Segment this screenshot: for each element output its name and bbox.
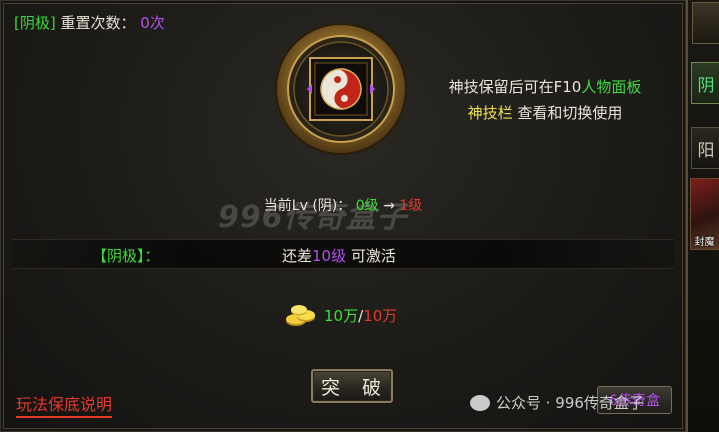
skill-description: 神技保留后可在F10人物面板 神技栏 查看和切换使用 (410, 74, 680, 126)
level-arrow: → (383, 198, 395, 214)
sidebar: 阴 阳 封魔 (686, 0, 719, 432)
desc-character-panel: 人物面板 (581, 78, 642, 96)
cost-have: 10万 (324, 306, 359, 325)
requirement-label: 【阴极】： (92, 247, 160, 265)
wechat-text: 公众号 · 996传奇盒子 (496, 394, 644, 412)
requirement-bar: 【阴极】： 还差10级 可激活 (12, 239, 674, 269)
level-prefix: 当前Lv (阴)： (263, 198, 352, 214)
cost-line: 10万/10万 (284, 303, 397, 327)
desc-line1-text: 神技保留后可在F10 (448, 78, 582, 96)
break-button[interactable]: 突 破 (311, 369, 393, 403)
requirement-pre: 还差 (282, 247, 313, 265)
reset-label: 重置次数： (60, 14, 136, 32)
yin-tag: [阴极] (14, 14, 56, 32)
skill-panel: [阴极] 重置次数： 0次 神技保留后可在F10人物面板 神技栏 查看和切换使用… (0, 0, 686, 432)
tab-yang[interactable]: 阳 (691, 127, 719, 169)
wechat-icon (470, 394, 490, 411)
desc-skill-bar: 神技栏 (467, 104, 513, 122)
requirement-text: 还差10级 可激活 (282, 245, 396, 266)
level-current: 0级 (355, 198, 379, 214)
gold-coins-icon (286, 305, 315, 326)
desc-line2-text: 查看和切换使用 (512, 104, 623, 122)
wechat-watermark: 公众号 · 996传奇盒子 (470, 392, 644, 413)
requirement-post: 可激活 (350, 247, 396, 265)
yin-yang-icon (275, 23, 407, 155)
cost-need: 10万 (363, 306, 398, 325)
sidebar-top-ornament (692, 2, 719, 44)
level-next: 1级 (399, 198, 423, 214)
reset-count: 0次 (140, 14, 165, 32)
rules-link[interactable]: 玩法保底说明 (16, 391, 113, 418)
tab-yin[interactable]: 阴 (691, 62, 719, 104)
requirement-amount: 10级 (312, 247, 347, 265)
reset-count-line: [阴极] 重置次数： 0次 (14, 12, 165, 33)
level-line: 当前Lv (阴)： 0级 → 1级 (0, 195, 686, 215)
sidebar-art-label: 封魔 (694, 237, 715, 248)
